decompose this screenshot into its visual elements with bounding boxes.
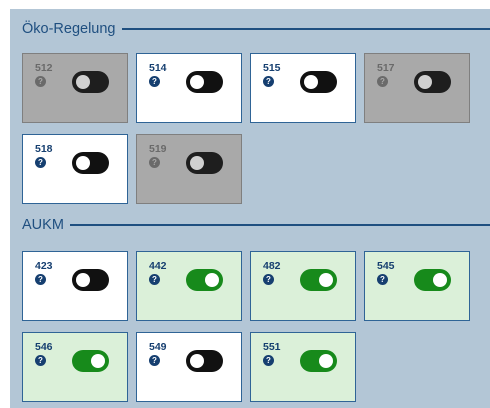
toggle-switch[interactable] (414, 71, 451, 93)
section-title: Öko-Regelung (22, 21, 116, 37)
help-icon[interactable]: ? (149, 76, 160, 87)
toggle-switch[interactable] (300, 269, 337, 291)
measure-code: 549 (149, 341, 167, 353)
measure-tile-551[interactable]: 551 ? (250, 332, 356, 402)
toggle-switch[interactable] (72, 350, 109, 372)
measure-tile-517[interactable]: 517 ? (364, 53, 470, 123)
section-header-oeko-regelung: Öko-Regelung (10, 19, 490, 39)
measure-tile-515[interactable]: 515 ? (250, 53, 356, 123)
measure-code: 512 (35, 62, 53, 74)
help-icon[interactable]: ? (149, 157, 160, 168)
measure-code: 514 (149, 62, 167, 74)
measure-code: 519 (149, 143, 167, 155)
toggle-switch[interactable] (186, 269, 223, 291)
measure-code: 546 (35, 341, 53, 353)
help-icon[interactable]: ? (263, 355, 274, 366)
measures-panel: Öko-Regelung 512 ? 514 ? 515 ? 517 ? 518… (10, 9, 490, 408)
measure-tile-549[interactable]: 549 ? (136, 332, 242, 402)
measure-code: 482 (263, 260, 281, 272)
help-icon[interactable]: ? (35, 76, 46, 87)
measure-code: 517 (377, 62, 395, 74)
measure-tile-546[interactable]: 546 ? (22, 332, 128, 402)
section-header-aukm: AUKM (10, 215, 490, 235)
section-divider (69, 224, 490, 226)
toggle-switch[interactable] (72, 152, 109, 174)
help-icon[interactable]: ? (263, 76, 274, 87)
toggle-switch[interactable] (72, 71, 109, 93)
section-divider (121, 28, 490, 30)
measure-tile-442[interactable]: 442 ? (136, 251, 242, 321)
measure-code: 442 (149, 260, 167, 272)
measure-code: 518 (35, 143, 53, 155)
measure-tile-482[interactable]: 482 ? (250, 251, 356, 321)
help-icon[interactable]: ? (377, 76, 388, 87)
measure-tile-545[interactable]: 545 ? (364, 251, 470, 321)
help-icon[interactable]: ? (377, 274, 388, 285)
help-icon[interactable]: ? (263, 274, 274, 285)
measure-code: 515 (263, 62, 281, 74)
measure-tile-518[interactable]: 518 ? (22, 134, 128, 204)
measure-code: 551 (263, 341, 281, 353)
toggle-switch[interactable] (186, 350, 223, 372)
toggle-switch[interactable] (300, 71, 337, 93)
measure-tile-519[interactable]: 519 ? (136, 134, 242, 204)
toggle-switch[interactable] (414, 269, 451, 291)
toggle-switch[interactable] (72, 269, 109, 291)
section-title: AUKM (22, 217, 64, 233)
help-icon[interactable]: ? (35, 274, 46, 285)
help-icon[interactable]: ? (35, 157, 46, 168)
help-icon[interactable]: ? (149, 355, 160, 366)
toggle-switch[interactable] (186, 71, 223, 93)
measure-tile-423[interactable]: 423 ? (22, 251, 128, 321)
toggle-switch[interactable] (300, 350, 337, 372)
help-icon[interactable]: ? (35, 355, 46, 366)
measure-tile-514[interactable]: 514 ? (136, 53, 242, 123)
measure-tile-512[interactable]: 512 ? (22, 53, 128, 123)
help-icon[interactable]: ? (149, 274, 160, 285)
toggle-switch[interactable] (186, 152, 223, 174)
measure-code: 423 (35, 260, 53, 272)
measure-code: 545 (377, 260, 395, 272)
